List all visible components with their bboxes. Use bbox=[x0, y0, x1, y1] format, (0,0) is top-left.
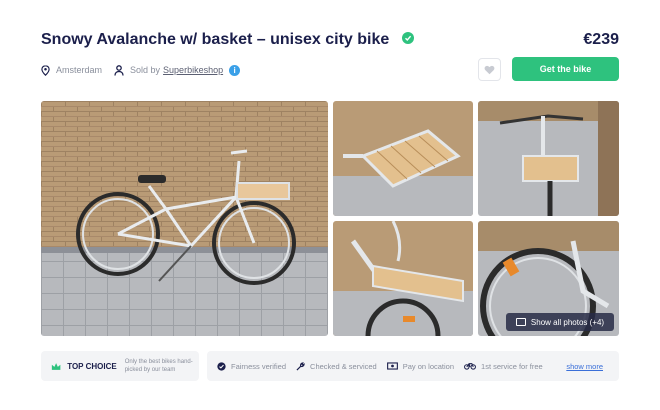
check-circle-icon bbox=[217, 361, 226, 371]
basket-top-photo[interactable] bbox=[333, 101, 473, 216]
location-pin-icon bbox=[41, 64, 50, 76]
feature-pay: Pay on location bbox=[386, 361, 455, 371]
photo-gallery bbox=[41, 101, 619, 336]
listing-title-text: Snowy Avalanche w/ basket – unisex city … bbox=[41, 31, 390, 48]
sold-by-label: Sold by bbox=[130, 65, 161, 75]
top-choice-label: TOP CHOICE bbox=[67, 361, 117, 371]
feature-service: 1st service for free bbox=[464, 362, 543, 371]
listing-price: €239 bbox=[583, 31, 619, 48]
feature-label: Checked & serviced bbox=[310, 361, 377, 371]
listing-meta: Amsterdam Sold by Superbikeshop i bbox=[41, 63, 241, 77]
handlebar-photo[interactable] bbox=[478, 101, 619, 216]
main-bike-photo[interactable] bbox=[41, 101, 328, 336]
crown-icon bbox=[51, 362, 61, 370]
show-all-photos-label: Show all photos (+4) bbox=[530, 317, 605, 327]
image-icon bbox=[515, 318, 526, 326]
listing-title: Snowy Avalanche w/ basket – unisex city … bbox=[41, 31, 414, 49]
seller-link[interactable]: Superbikeshop bbox=[163, 65, 223, 75]
get-the-bike-button[interactable]: Get the bike bbox=[512, 57, 619, 81]
bike-icon bbox=[464, 363, 476, 370]
feature-label: Pay on location bbox=[402, 361, 455, 371]
verified-check-icon bbox=[401, 31, 414, 44]
seller-info-icon[interactable]: i bbox=[229, 64, 241, 76]
listing-header: Snowy Avalanche w/ basket – unisex city … bbox=[41, 31, 619, 53]
basket-side-photo[interactable] bbox=[333, 221, 473, 336]
location-text: Amsterdam bbox=[56, 65, 103, 75]
seller-person-icon bbox=[114, 64, 124, 76]
favorite-button[interactable] bbox=[478, 58, 501, 81]
top-choice-description: Only the best bikes hand-picked by our t… bbox=[124, 359, 193, 373]
show-more-link[interactable]: show more bbox=[566, 362, 603, 371]
feature-fairness: Fairness verified bbox=[217, 362, 286, 371]
feature-label: Fairness verified bbox=[231, 361, 287, 371]
wrench-icon bbox=[296, 361, 305, 371]
top-choice-badge: TOP CHOICE Only the best bikes hand-pick… bbox=[41, 351, 199, 381]
feature-label: 1st service for free bbox=[481, 361, 543, 371]
cash-icon bbox=[386, 362, 398, 370]
feature-checked: Checked & serviced bbox=[296, 362, 377, 371]
show-all-photos-button[interactable]: Show all photos (+4) bbox=[506, 313, 614, 331]
features-bar: Fairness verified Checked & serviced Pay… bbox=[207, 351, 619, 381]
heart-icon bbox=[484, 65, 495, 74]
